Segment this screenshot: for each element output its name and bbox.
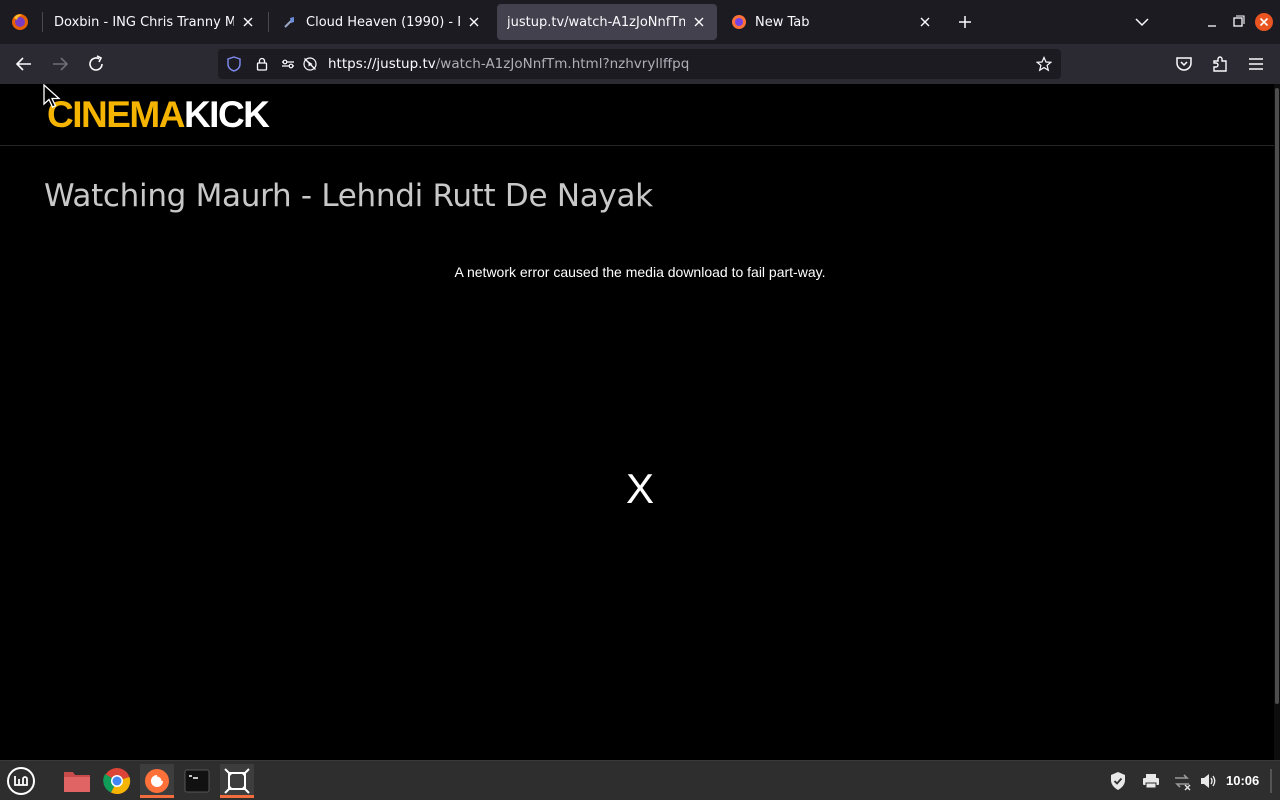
taskbar-clock[interactable]: 10:06 [1226, 773, 1259, 788]
tab-title: New Tab [755, 14, 810, 30]
extensions-puzzle-icon[interactable] [1208, 52, 1232, 76]
page-scrollbar[interactable] [1274, 84, 1280, 760]
url-text[interactable]: https://justup.tv/watch-A1zJoNnfTm.html?… [328, 55, 689, 73]
shield-check-icon[interactable] [1108, 771, 1128, 791]
web-page: CINEMAKICK Watching Maurh - Lehndi Rutt … [0, 84, 1280, 760]
page-title: Watching Maurh - Lehndi Rutt De Nayak [44, 178, 653, 214]
bookmark-star-icon[interactable] [1036, 56, 1052, 72]
tab-title: Doxbin - ING Chris Tranny MrBe [54, 14, 234, 30]
url-path: /watch-A1zJoNnfTm.html?nzhvryllffpq [435, 56, 690, 72]
chrome-button[interactable] [100, 764, 134, 798]
navigation-toolbar: https://justup.tv/watch-A1zJoNnfTm.html?… [0, 44, 1280, 84]
mint-menu-icon [7, 767, 35, 795]
tab-separator [268, 12, 269, 32]
close-tab-icon[interactable] [691, 14, 707, 30]
tracking-protection-shield-icon[interactable] [226, 56, 242, 72]
terminal-icon [184, 769, 210, 793]
volume-icon[interactable] [1198, 771, 1218, 791]
tab-strip: Doxbin - ING Chris Tranny MrBe Cloud Hea… [0, 0, 1280, 44]
screenshot-button[interactable] [220, 764, 254, 798]
firefox-favicon-icon [732, 15, 746, 29]
terminal-button[interactable] [180, 764, 214, 798]
show-desktop-edge[interactable] [1270, 769, 1272, 793]
url-bar[interactable]: https://justup.tv/watch-A1zJoNnfTm.html?… [218, 49, 1061, 79]
list-all-tabs-chevron-icon[interactable] [1132, 12, 1152, 32]
new-tab-plus-icon[interactable] [955, 12, 975, 32]
close-tab-icon[interactable] [466, 14, 482, 30]
screenshot-icon [224, 768, 250, 794]
cinemakick-logo[interactable]: CINEMAKICK [47, 93, 270, 137]
reload-icon[interactable] [84, 52, 108, 76]
firefox-view-icon[interactable] [8, 10, 32, 34]
lock-icon[interactable] [254, 56, 270, 72]
video-player[interactable]: A network error caused the media downloa… [44, 234, 1236, 754]
close-tab-icon[interactable] [240, 14, 256, 30]
logo-part-kick: KICK [183, 94, 270, 135]
rocket-favicon-icon [284, 17, 294, 28]
mouse-pointer-icon [43, 84, 61, 108]
maximize-window-icon[interactable] [1228, 12, 1248, 32]
forward-arrow-icon[interactable] [48, 52, 72, 76]
chrome-icon [103, 768, 131, 795]
pocket-icon[interactable] [1172, 52, 1196, 76]
close-window-icon[interactable] [1254, 12, 1274, 32]
files-icon [64, 772, 90, 792]
network-disconnected-icon[interactable] [1172, 771, 1192, 791]
back-arrow-icon[interactable] [12, 52, 36, 76]
minimize-window-icon[interactable] [1202, 12, 1222, 32]
active-app-indicator [220, 795, 254, 798]
logo-part-cinema: CINEMA [47, 94, 185, 135]
tab-cloud-heaven[interactable]: Cloud Heaven (1990) - Russ [272, 4, 492, 40]
firefox-icon [145, 769, 169, 793]
site-header: CINEMAKICK [0, 84, 1280, 146]
media-error-message: A network error caused the media downloa… [454, 264, 826, 280]
permissions-icon[interactable] [280, 56, 296, 72]
tab-justup-active[interactable]: justup.tv/watch-A1zJoNnfTm.h [497, 4, 717, 40]
tab-title: justup.tv/watch-A1zJoNnfTm.h [507, 14, 685, 30]
os-taskbar: 10:06 [0, 760, 1280, 800]
tab-doxbin[interactable]: Doxbin - ING Chris Tranny MrBe [44, 4, 266, 40]
hamburger-menu-icon[interactable] [1244, 52, 1268, 76]
tab-new-tab[interactable]: New Tab [721, 4, 943, 40]
tab-separator [42, 12, 43, 32]
firefox-button[interactable] [140, 764, 174, 798]
url-host: https://justup.tv [328, 56, 436, 72]
close-tab-icon[interactable] [917, 14, 933, 30]
close-player-button[interactable]: X [44, 464, 1236, 514]
printer-icon[interactable] [1141, 771, 1161, 791]
mint-menu-button[interactable] [4, 764, 38, 798]
tab-title: Cloud Heaven (1990) - Russ [306, 14, 460, 30]
autoplay-blocked-icon[interactable] [302, 56, 318, 72]
active-app-indicator [140, 795, 174, 798]
scrollbar-thumb[interactable] [1275, 88, 1279, 704]
files-button[interactable] [60, 764, 94, 798]
